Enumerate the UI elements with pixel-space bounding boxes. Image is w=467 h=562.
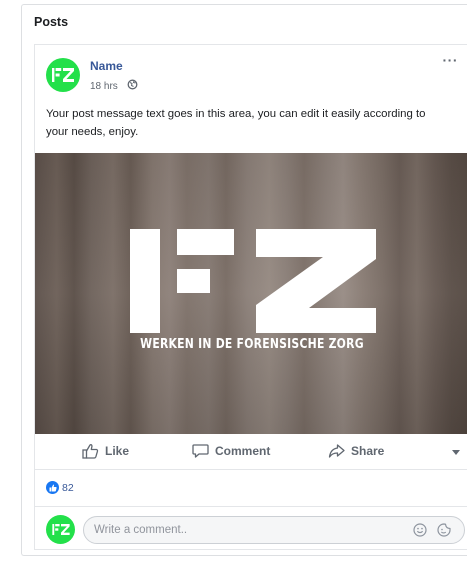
posts-panel: Posts Name 18 hrs ··· Your post message …	[21, 4, 467, 556]
post-actions-bar: Like Comment Share	[35, 434, 467, 470]
globe-icon	[127, 79, 138, 93]
reaction-count: 82	[62, 481, 74, 494]
comment-label: Comment	[215, 444, 271, 458]
comment-composer	[35, 506, 467, 550]
share-arrow-icon	[328, 444, 345, 458]
fz-logo-icon	[51, 524, 70, 535]
reactions-summary[interactable]: 82	[46, 481, 74, 494]
section-title: Posts	[34, 15, 69, 29]
fz-logo-icon	[52, 68, 74, 82]
sticker-icon[interactable]	[437, 523, 451, 542]
caret-down-icon[interactable]	[452, 450, 460, 455]
like-reaction-icon	[46, 481, 59, 494]
thumbs-up-icon	[82, 444, 99, 459]
post-card: Name 18 hrs ··· Your post message text g…	[34, 44, 467, 550]
image-caption: WERKEN IN DE FORENSISCHE ZORG	[140, 337, 364, 352]
comment-button[interactable]: Comment	[192, 443, 270, 459]
like-label: Like	[105, 444, 130, 458]
more-options-button[interactable]: ···	[443, 53, 459, 67]
post-time[interactable]: 18 hrs	[90, 81, 118, 92]
share-label: Share	[351, 444, 385, 458]
post-image[interactable]: WERKEN IN DE FORENSISCHE ZORG	[35, 153, 467, 434]
post-message: Your post message text goes in this area…	[46, 108, 426, 138]
author-name[interactable]: Name	[90, 59, 123, 73]
share-button[interactable]: Share	[328, 443, 384, 459]
author-avatar[interactable]	[46, 58, 80, 92]
speech-bubble-icon	[192, 444, 209, 458]
comment-input[interactable]	[83, 516, 465, 544]
fz-logo-image	[130, 229, 376, 333]
post-meta: 18 hrs	[90, 79, 138, 93]
smiley-icon[interactable]	[413, 523, 427, 542]
like-button[interactable]: Like	[82, 443, 129, 459]
commenter-avatar[interactable]	[46, 515, 75, 544]
